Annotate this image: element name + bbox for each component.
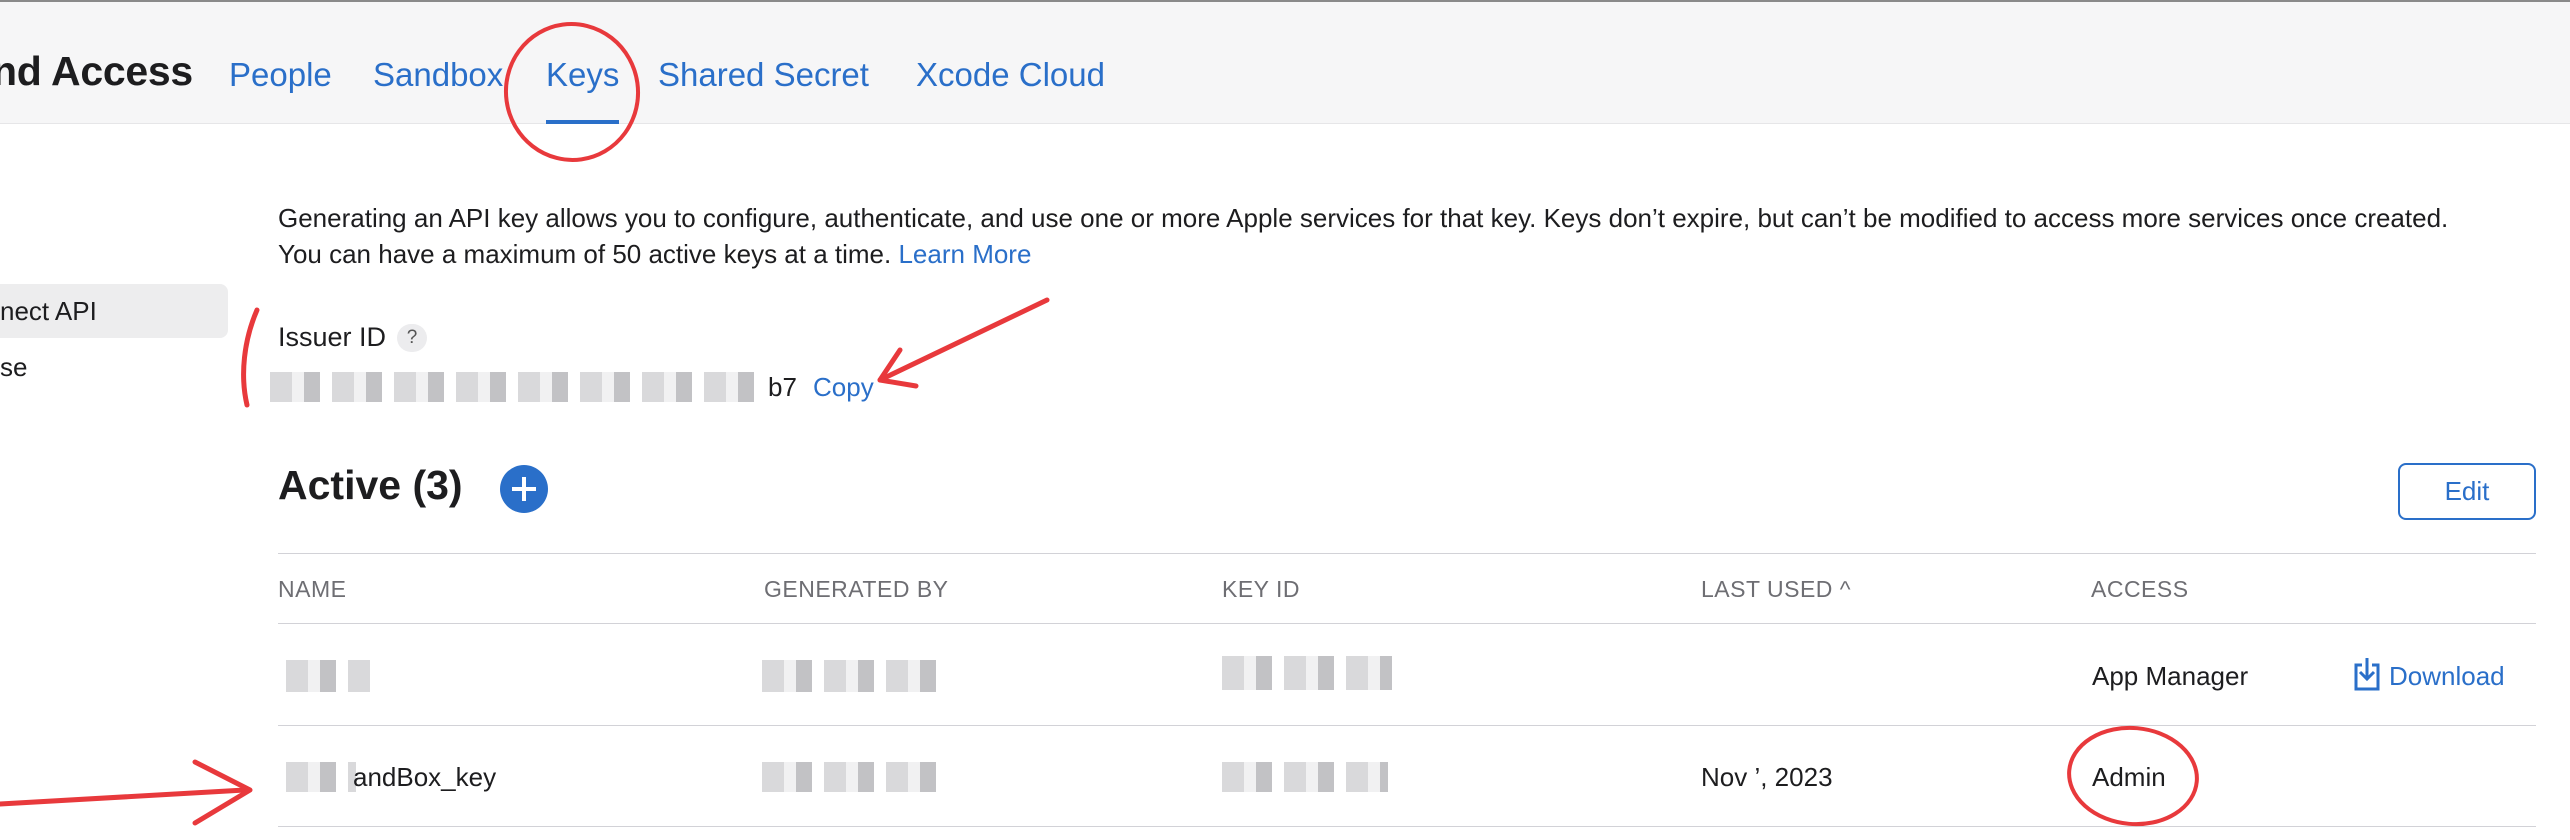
tab-sandbox[interactable]: Sandbox xyxy=(373,56,503,94)
annotation-arrowhead-sandbox-key xyxy=(192,759,253,826)
sidebar-item-label: nect API xyxy=(0,296,97,326)
key-name-redacted xyxy=(286,762,356,792)
access-value: Admin xyxy=(2092,762,2166,792)
issuer-id-redacted xyxy=(270,372,764,402)
annotation-arrowhead-copy xyxy=(877,347,919,389)
annotation-arrow-sandbox-key xyxy=(0,787,248,807)
key-id-redacted xyxy=(1222,762,1388,792)
edit-button[interactable]: Edit xyxy=(2398,463,2536,520)
issuer-id-label: Issuer ID xyxy=(278,322,387,352)
tab-shared-secret[interactable]: Shared Secret xyxy=(658,56,869,94)
app-header: nd Access People Sandbox Keys Shared Sec… xyxy=(0,2,2570,124)
row-divider xyxy=(278,826,2536,827)
last-used-value: Nov ’, 2023 xyxy=(1701,762,1833,792)
annotation-arrow-copy xyxy=(877,297,1050,383)
access-value: App Manager xyxy=(2092,661,2249,691)
key-name: andBox_key xyxy=(353,762,497,792)
column-header-generated-by[interactable]: GENERATED BY xyxy=(764,576,949,603)
sidebar-item-connect-api[interactable]: nect API xyxy=(0,284,228,338)
issuer-id-suffix: b7 xyxy=(768,372,797,402)
download-icon xyxy=(2354,658,2380,691)
tab-keys[interactable]: Keys xyxy=(546,56,620,124)
active-keys-title: Active (3) xyxy=(278,462,463,508)
sidebar-item-label: se xyxy=(0,352,28,382)
sidebar-item-license[interactable]: se xyxy=(0,352,228,392)
annotation-bracket-issuer xyxy=(241,307,260,408)
column-header-access[interactable]: ACCESS xyxy=(2091,576,2189,603)
row-divider xyxy=(278,725,2536,726)
help-icon[interactable]: ? xyxy=(397,324,427,352)
column-header-last-used-label: LAST USED ^ xyxy=(1701,576,1852,602)
add-icon[interactable] xyxy=(500,465,548,513)
keys-intro: Generating an API key allows you to conf… xyxy=(278,200,2478,272)
app-title: nd Access xyxy=(0,48,193,94)
generated-by-redacted xyxy=(762,762,944,792)
generated-by-redacted xyxy=(762,660,944,692)
column-header-last-used[interactable]: LAST USED ^ xyxy=(1701,576,1851,603)
table-header-divider xyxy=(278,623,2536,624)
annotation-overlay xyxy=(0,22,2199,827)
copy-issuer-id-link[interactable]: Copy xyxy=(813,372,874,403)
key-id-redacted xyxy=(1222,656,1392,690)
column-header-name[interactable]: NAME xyxy=(278,576,346,603)
download-button[interactable]: Download xyxy=(2353,657,2505,692)
key-name-redacted xyxy=(286,660,370,692)
tab-people[interactable]: People xyxy=(229,56,332,94)
tab-xcode-cloud[interactable]: Xcode Cloud xyxy=(916,56,1105,94)
intro-text: Generating an API key allows you to conf… xyxy=(278,203,2449,269)
column-header-key-id[interactable]: KEY ID xyxy=(1222,576,1300,603)
learn-more-link[interactable]: Learn More xyxy=(898,239,1031,269)
table-top-divider xyxy=(278,553,2536,554)
download-label: Download xyxy=(2389,661,2505,691)
